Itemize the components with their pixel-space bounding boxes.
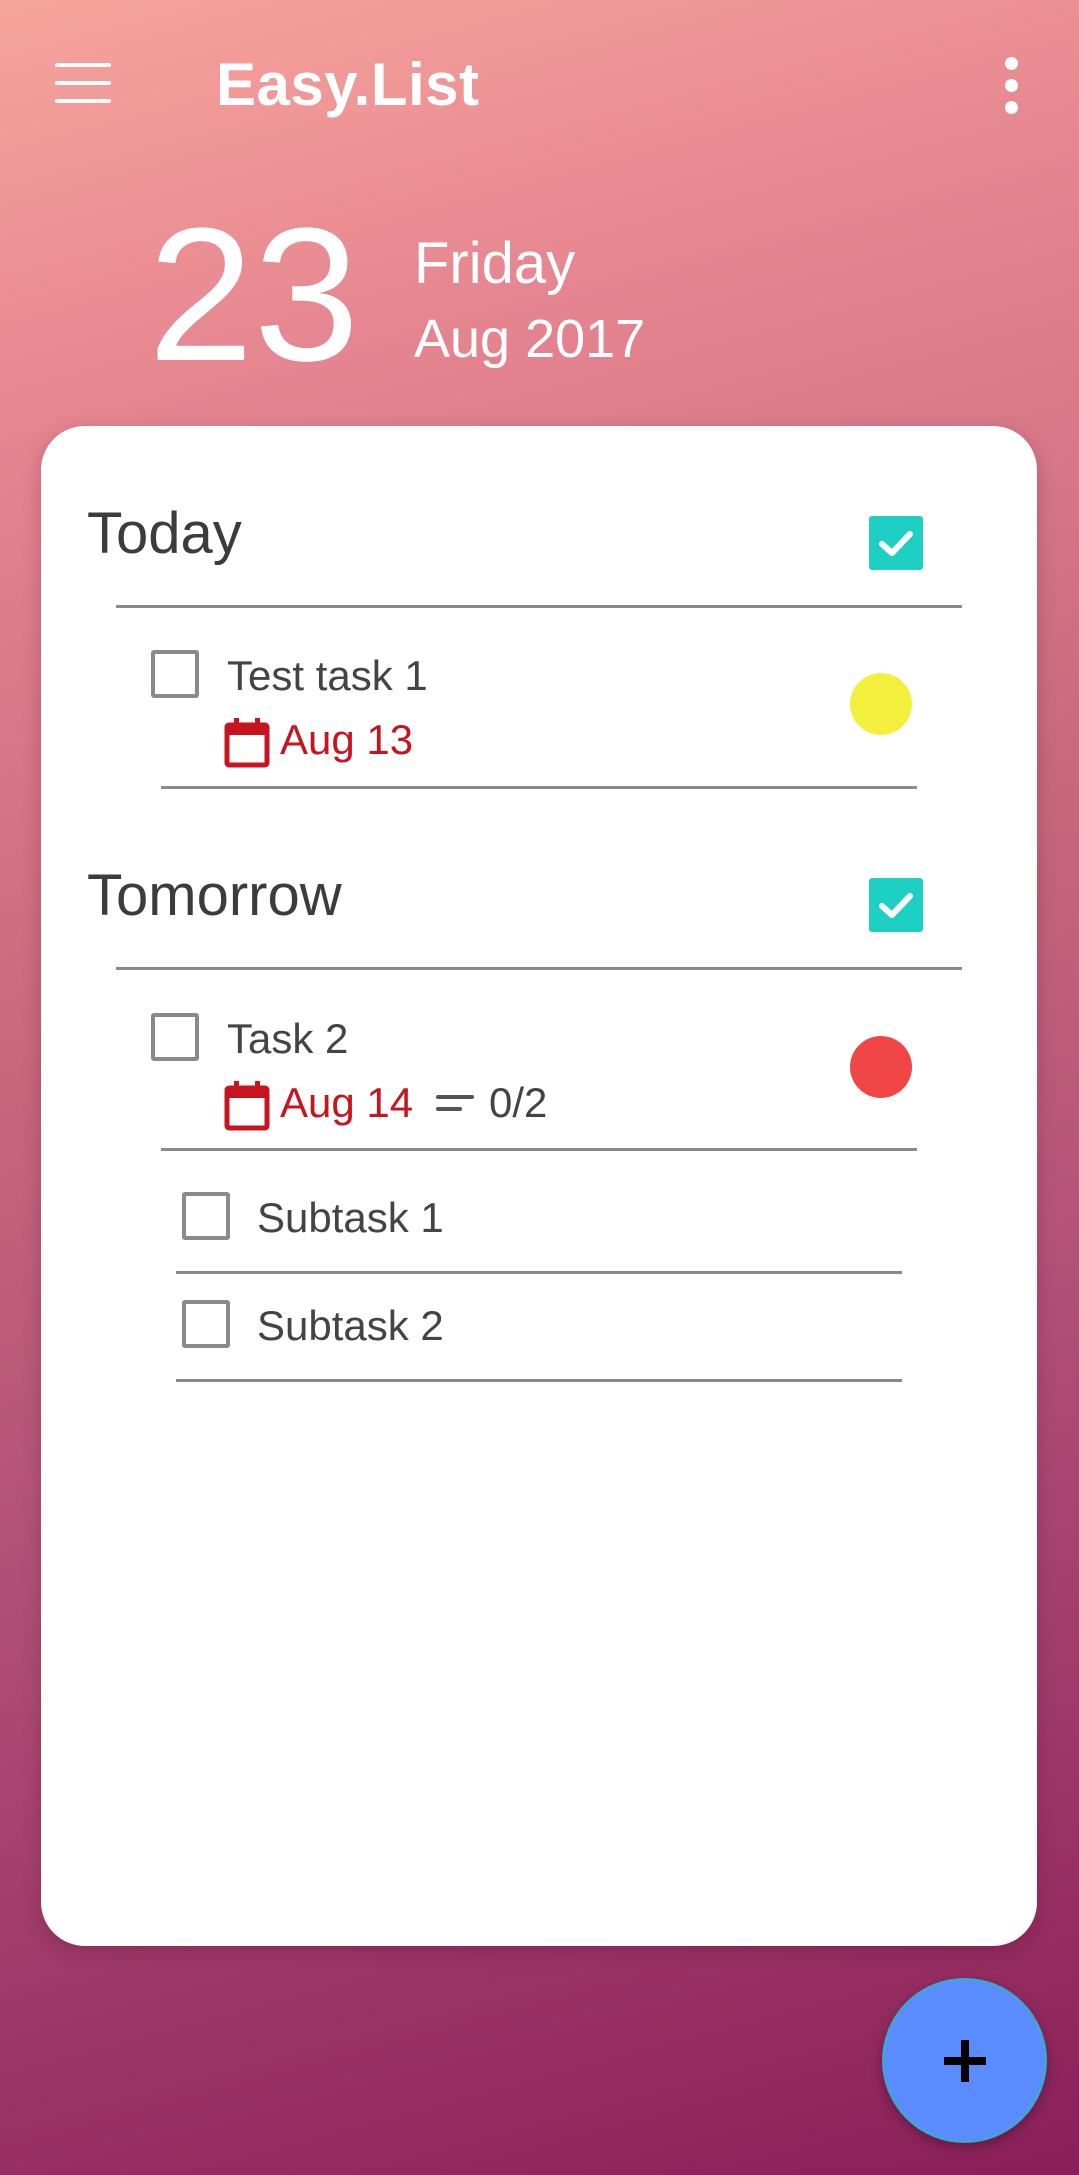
subtask-title: Subtask 1 bbox=[257, 1194, 444, 1241]
check-icon bbox=[879, 531, 913, 556]
date-day-number: 23 bbox=[148, 189, 360, 401]
more-vert-icon[interactable] bbox=[998, 55, 1026, 115]
calendar-icon bbox=[224, 718, 270, 768]
task-list-card: Today Test task 1 Aug 13 Tomorrow Task 2… bbox=[41, 426, 1037, 1946]
subtasks-icon bbox=[436, 1095, 476, 1115]
section-divider bbox=[116, 967, 962, 970]
hamburger-menu-icon[interactable] bbox=[55, 63, 111, 103]
check-icon bbox=[879, 893, 913, 918]
task-title: Task 2 bbox=[227, 1015, 349, 1062]
date-weekday: Friday bbox=[414, 231, 576, 296]
task-due-date: Aug 14 bbox=[280, 1079, 414, 1126]
priority-dot bbox=[850, 673, 912, 735]
subtask-checkbox[interactable] bbox=[182, 1192, 230, 1240]
calendar-icon bbox=[224, 1081, 270, 1131]
plus-icon bbox=[944, 2040, 986, 2082]
task-due-date: Aug 13 bbox=[280, 716, 414, 763]
subtask-divider bbox=[176, 1379, 902, 1382]
priority-dot bbox=[850, 1036, 912, 1098]
add-task-button[interactable] bbox=[882, 1978, 1047, 2143]
subtask-checkbox[interactable] bbox=[182, 1300, 230, 1348]
subtask-count: 0/2 bbox=[489, 1079, 548, 1126]
section-check-today[interactable] bbox=[869, 516, 923, 570]
section-check-tomorrow[interactable] bbox=[869, 878, 923, 932]
subtask-divider bbox=[176, 1271, 902, 1274]
section-divider bbox=[116, 605, 962, 608]
subtask-title: Subtask 2 bbox=[257, 1302, 444, 1349]
date-month-year: Aug 2017 bbox=[414, 309, 646, 369]
section-title-tomorrow: Tomorrow bbox=[87, 863, 342, 928]
section-title-today: Today bbox=[87, 501, 242, 566]
app-title: Easy.List bbox=[216, 51, 480, 118]
task-divider bbox=[161, 1148, 917, 1151]
task-checkbox[interactable] bbox=[151, 650, 199, 698]
task-divider bbox=[161, 786, 917, 789]
task-due-row: Aug 13 bbox=[224, 716, 484, 768]
task-title: Test task 1 bbox=[227, 652, 428, 699]
task-due-row: Aug 14 0/2 bbox=[224, 1079, 644, 1131]
task-checkbox[interactable] bbox=[151, 1013, 199, 1061]
